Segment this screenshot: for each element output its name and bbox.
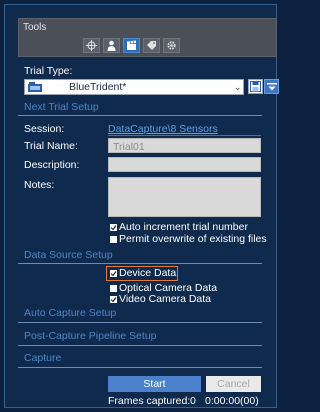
auto-increment-checkbox[interactable] bbox=[110, 224, 117, 231]
target-icon[interactable] bbox=[83, 38, 100, 53]
tools-title: Tools bbox=[23, 22, 47, 33]
person-icon[interactable] bbox=[103, 38, 120, 53]
data-source-setup-heading[interactable]: Data Source Setup bbox=[24, 249, 113, 261]
video-camera-checkbox[interactable] bbox=[110, 296, 117, 303]
post-capture-pipeline-heading[interactable]: Post-Capture Pipeline Setup bbox=[24, 330, 157, 342]
device-data-label: Device Data bbox=[119, 267, 177, 279]
trial-type-label: Trial Type: bbox=[24, 65, 73, 77]
auto-capture-setup-heading[interactable]: Auto Capture Setup bbox=[24, 307, 116, 319]
trial-type-dropdown[interactable]: BlueTrident* ⌄ bbox=[24, 79, 244, 95]
video-camera-label: Video Camera Data bbox=[119, 293, 212, 305]
divider bbox=[18, 367, 262, 368]
trial-name-label: Trial Name: bbox=[24, 140, 78, 152]
tools-toolbar bbox=[83, 38, 180, 53]
chevron-down-icon: ⌄ bbox=[234, 82, 242, 92]
collapse-menu-icon[interactable] bbox=[264, 79, 279, 94]
notes-label: Notes: bbox=[24, 179, 55, 191]
description-input[interactable] bbox=[108, 157, 261, 172]
description-label: Description: bbox=[24, 159, 80, 171]
trial-type-value: BlueTrident* bbox=[69, 81, 127, 93]
trial-name-input[interactable]: Trial01 bbox=[108, 138, 261, 153]
divider bbox=[18, 263, 262, 264]
notes-textarea[interactable] bbox=[108, 177, 261, 217]
session-underline bbox=[108, 135, 261, 136]
device-data-checkbox[interactable] bbox=[110, 270, 117, 277]
divider bbox=[18, 345, 262, 346]
frames-captured-value: 0 bbox=[190, 395, 196, 407]
tools-panel: Tools bbox=[18, 18, 277, 57]
auto-increment-label: Auto increment trial number bbox=[119, 221, 248, 233]
permit-overwrite-checkbox[interactable] bbox=[110, 236, 117, 243]
divider bbox=[18, 115, 262, 116]
save-icon[interactable] bbox=[248, 79, 263, 94]
frames-captured-label: Frames captured: bbox=[108, 395, 191, 407]
session-link[interactable]: DataCapture\8 Sensors bbox=[108, 123, 218, 135]
cancel-button[interactable]: Cancel bbox=[206, 376, 261, 392]
next-trial-setup-heading[interactable]: Next Trial Setup bbox=[24, 101, 99, 113]
capture-heading[interactable]: Capture bbox=[24, 352, 61, 364]
start-button[interactable]: Start bbox=[108, 376, 201, 392]
permit-overwrite-label: Permit overwrite of existing files bbox=[119, 233, 267, 245]
trial-type-icon bbox=[28, 82, 42, 95]
tag-icon[interactable] bbox=[143, 38, 160, 53]
capture-time-value: 0:00:00(00) bbox=[205, 395, 259, 407]
gear-icon[interactable] bbox=[163, 38, 180, 53]
session-label: Session: bbox=[24, 123, 65, 135]
optical-camera-checkbox[interactable] bbox=[110, 285, 117, 292]
clapperboard-icon[interactable] bbox=[123, 38, 140, 53]
divider bbox=[18, 322, 262, 323]
